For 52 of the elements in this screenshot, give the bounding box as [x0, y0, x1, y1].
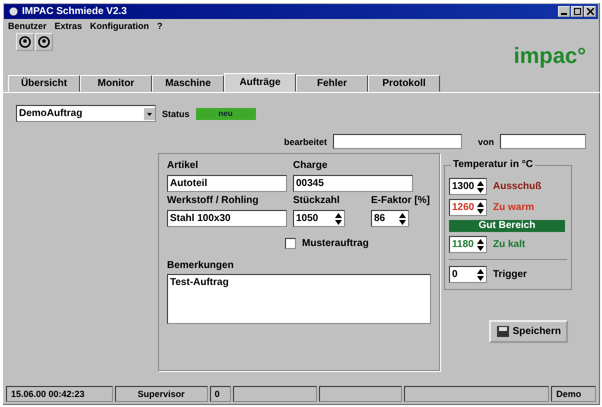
- quantity-spinner[interactable]: 1050: [293, 210, 345, 227]
- close-button[interactable]: [584, 6, 596, 17]
- company-logo: impac°: [514, 43, 586, 69]
- article-field[interactable]: Autoteil: [167, 175, 287, 192]
- checkbox[interactable]: [285, 238, 296, 249]
- field-label: Bemerkungen: [167, 260, 235, 271]
- tab[interactable]: Maschine: [152, 75, 224, 92]
- window-title: IMPAC Schmiede V2.3: [22, 6, 127, 17]
- status-field: 0: [210, 386, 232, 402]
- field-label: Stückzahl: [293, 195, 341, 206]
- tab[interactable]: Protokoll: [368, 75, 440, 92]
- notes-field[interactable]: Test-Auftrag: [167, 274, 431, 324]
- tab[interactable]: Übersicht: [8, 75, 80, 92]
- field-label: Werkstoff / Rohling: [167, 195, 260, 206]
- minimize-button[interactable]: [558, 6, 570, 17]
- threshold-label: Zu warm: [493, 202, 534, 213]
- status-indicator: neu: [196, 108, 256, 120]
- group-title: Temperatur in °C: [451, 159, 535, 170]
- tab[interactable]: Fehler: [296, 75, 368, 92]
- factor-spinner[interactable]: 86: [371, 210, 409, 227]
- status-field: Demo: [551, 386, 596, 402]
- status-label: Status: [162, 108, 190, 118]
- edited-label: bearbeitet: [284, 136, 328, 146]
- order-dropdown[interactable]: DemoAuftrag: [16, 105, 156, 122]
- temperature-spinner[interactable]: 1300: [449, 178, 487, 195]
- batch-field[interactable]: 00345: [293, 175, 413, 192]
- good-range-bar: Gut Bereich: [449, 220, 565, 232]
- by-label: von: [478, 136, 494, 146]
- temperature-spinner[interactable]: 1180: [449, 236, 487, 253]
- status-field: 15.06.00 00:42:23: [6, 386, 113, 402]
- save-button[interactable]: Speichern: [488, 320, 568, 343]
- by-field[interactable]: [500, 134, 586, 149]
- temperature-spinner[interactable]: 1260: [449, 199, 487, 216]
- threshold-label: Ausschuß: [493, 181, 542, 192]
- tab[interactable]: Aufträge: [224, 73, 296, 92]
- trigger-label: Trigger: [493, 269, 527, 280]
- tab[interactable]: Monitor: [80, 75, 152, 92]
- menu-item[interactable]: Konfiguration: [90, 21, 150, 31]
- menu-item[interactable]: ?: [157, 21, 163, 31]
- checkbox-label: Musterauftrag: [302, 238, 369, 249]
- material-field[interactable]: Stahl 100x30: [167, 210, 287, 227]
- menu-item[interactable]: Extras: [54, 21, 82, 31]
- app-icon: [9, 7, 18, 16]
- edited-field[interactable]: [333, 134, 462, 149]
- field-label: Artikel: [167, 160, 200, 171]
- field-label: Charge: [293, 160, 328, 171]
- status-field: Supervisor: [114, 386, 208, 402]
- trigger-spinner[interactable]: 0: [449, 266, 487, 283]
- menu-item[interactable]: Benutzer: [8, 21, 47, 31]
- maximize-button[interactable]: [571, 6, 583, 17]
- field-label: E-Faktor [%]: [371, 195, 430, 206]
- threshold-label: Zu kalt: [493, 239, 526, 250]
